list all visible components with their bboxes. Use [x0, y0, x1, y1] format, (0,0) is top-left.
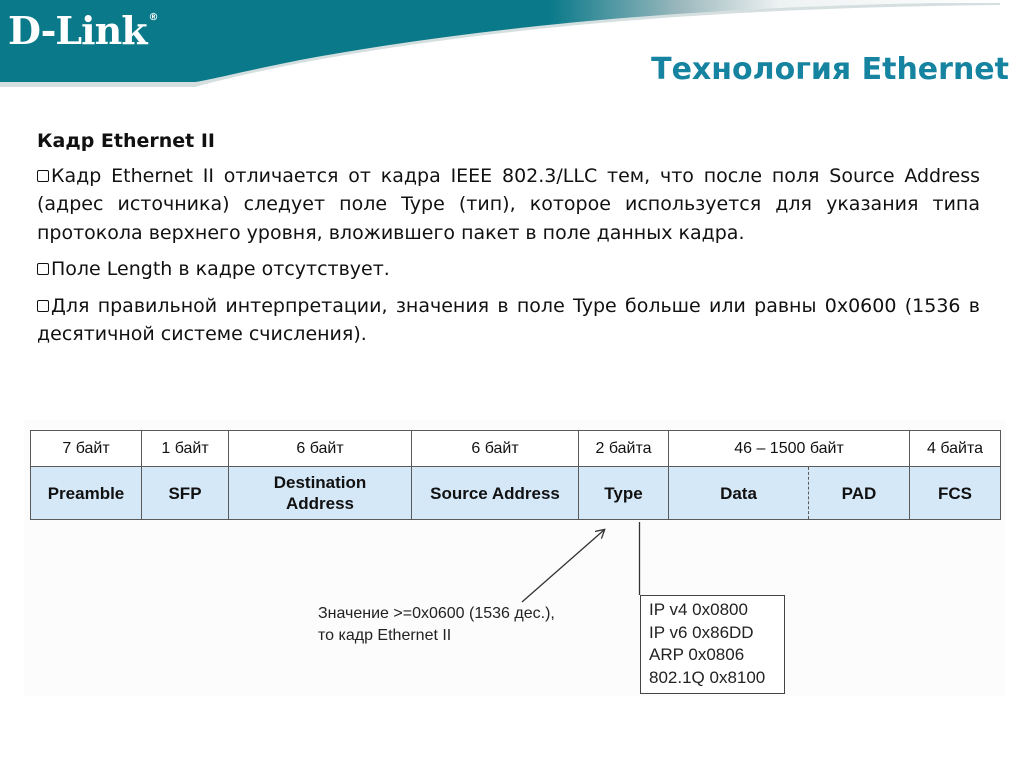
checkbox-bullet-icon	[37, 169, 49, 182]
size-cell-type: 2 байта	[578, 430, 669, 467]
field-data: Data	[668, 466, 809, 520]
slide-title: Технология Ethernet	[651, 52, 1009, 87]
size-cell-sfp: 1 байт	[141, 430, 229, 467]
checkbox-bullet-icon	[37, 263, 49, 275]
bullet-text: Поле Length в кадре отсутствует.	[51, 258, 390, 280]
ethernet-frame-table: 7 байт 1 байт 6 байт 6 байт 2 байта 46 –…	[30, 430, 1001, 520]
field-destination-address: Destination Address	[228, 466, 412, 520]
checkbox-bullet-icon	[37, 299, 49, 312]
ethertype-item: IP v4 0x0800	[649, 600, 748, 619]
field-preamble: Preamble	[30, 466, 142, 520]
bullet-item: Для правильной интерпретации, значения в…	[37, 292, 980, 349]
ethertype-item: ARP 0x0806	[649, 645, 745, 664]
ethertype-item: IP v6 0x86DD	[649, 622, 754, 642]
ethertype-item: 802.1Q 0x8100	[649, 667, 766, 687]
field-pad: PAD	[808, 466, 910, 520]
section-heading: Кадр Ethernet II	[37, 130, 216, 152]
field-row: Preamble SFP Destination Address Source …	[30, 466, 1001, 520]
bullet-item: Поле Length в кадре отсутствует.	[37, 255, 980, 284]
size-row: 7 байт 1 байт 6 байт 6 байт 2 байта 46 –…	[30, 430, 1001, 467]
size-cell-source: 6 байт	[411, 430, 579, 467]
annotation-line: Значение >=0x0600 (1536 дес.),	[318, 605, 555, 622]
slide-body: Кадр Ethernet II Кадр Ethernet II отлича…	[37, 127, 980, 357]
d-link-logo: D-Link ®	[8, 8, 159, 53]
field-sfp: SFP	[141, 466, 229, 520]
size-cell-data: 46 – 1500 байт	[668, 430, 910, 467]
ethertype-list-box: IP v4 0x0800 IP v6 0x86DD ARP 0x0806 802…	[640, 595, 785, 694]
size-cell-preamble: 7 байт	[30, 430, 142, 467]
size-cell-fcs: 4 байта	[909, 430, 1001, 467]
annotation-line: то кадр Ethernet II	[318, 627, 452, 644]
size-cell-destination: 6 байт	[228, 430, 412, 467]
logo-text: D-Link	[8, 8, 148, 53]
registered-mark: ®	[148, 12, 159, 23]
field-fcs: FCS	[909, 466, 1001, 520]
bullet-text: Кадр Ethernet II отличается от кадра IEE…	[37, 164, 980, 244]
bullet-item: Кадр Ethernet II отличается от кадра IEE…	[37, 162, 980, 248]
field-type: Type	[578, 466, 669, 520]
bullet-text: Для правильной интерпретации, значения в…	[37, 294, 980, 346]
field-source-address: Source Address	[411, 466, 579, 520]
type-value-annotation: Значение >=0x0600 (1536 дес.), то кадр E…	[318, 603, 555, 647]
